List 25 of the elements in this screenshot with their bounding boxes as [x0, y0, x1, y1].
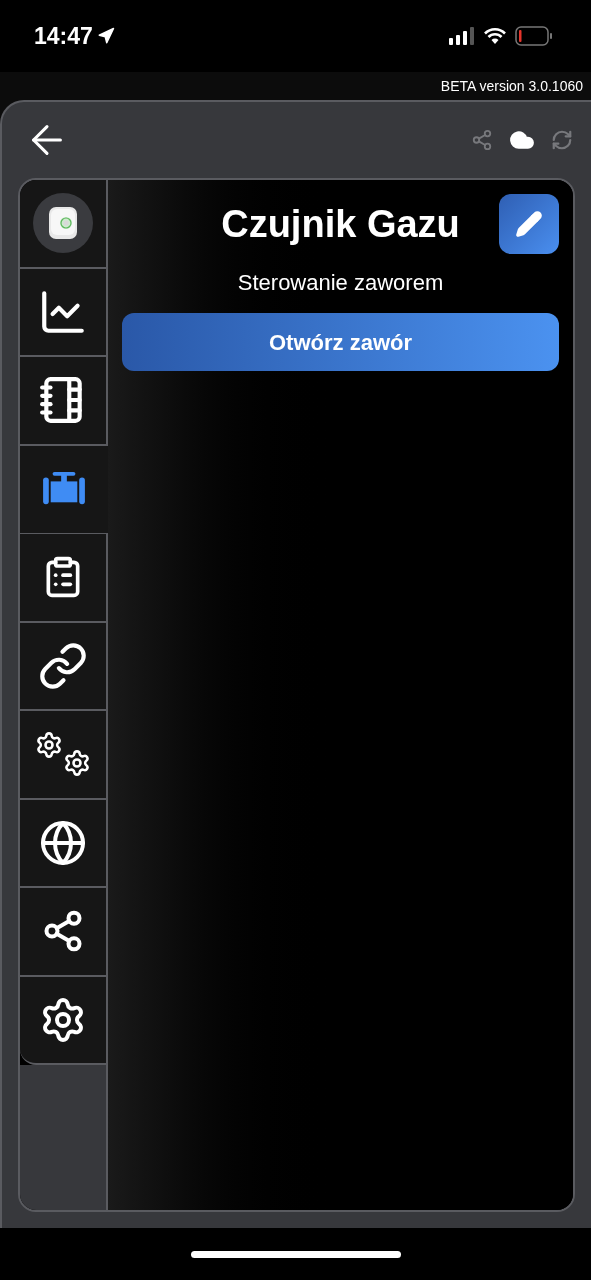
sidebar-tab[interactable]: [20, 534, 108, 623]
share-icon[interactable]: [471, 129, 493, 151]
refresh-icon[interactable]: [551, 129, 573, 151]
device-title: Czujnik Gazu: [221, 201, 460, 247]
edit-button[interactable]: [499, 194, 559, 254]
sidebar-tab[interactable]: [20, 357, 108, 446]
sidebar-tab[interactable]: [20, 711, 108, 800]
sidebar-tab[interactable]: [20, 888, 108, 977]
battery-icon: [515, 26, 553, 46]
open-valve-button[interactable]: Otwórz zawór: [122, 313, 559, 371]
version-label: BETA version 3.0.1060: [440, 76, 583, 96]
sidebar-tab[interactable]: [20, 976, 108, 1065]
sidebar-tab[interactable]: [20, 799, 108, 888]
section-subtitle: Sterowanie zaworem: [237, 269, 444, 297]
signal-icon: [449, 27, 475, 45]
wifi-icon: [483, 27, 507, 45]
sidebar-tab[interactable]: [20, 180, 108, 269]
location-icon: [96, 27, 115, 45]
status-time: 14:47: [34, 21, 93, 51]
link-icon: [38, 640, 88, 691]
sidebar-tab[interactable]: [20, 622, 108, 711]
gears-icon: [35, 731, 91, 778]
globe-icon: [39, 818, 87, 867]
pencil-icon: [515, 210, 543, 238]
sidebar-tab[interactable]: [20, 268, 108, 357]
